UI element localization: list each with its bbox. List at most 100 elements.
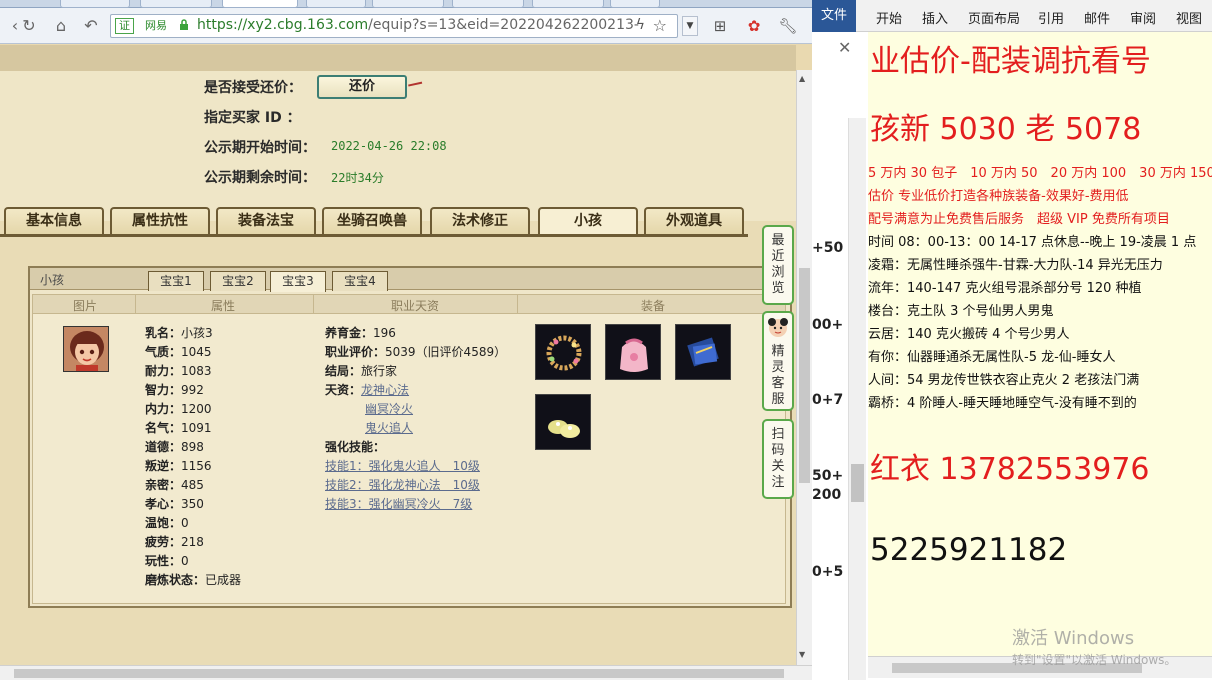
- wreath-icon: [546, 335, 582, 371]
- browser-tab[interactable]: [372, 0, 444, 8]
- word-window: 文件 开始 插入 页面布局 引用 邮件 审阅 视图 ✕ +50 00+ 0+7 …: [812, 0, 1212, 680]
- attribute-row: 磨炼状态：已成器: [145, 571, 241, 588]
- tab-spell-fix[interactable]: 法术修正: [430, 207, 530, 235]
- attribute-value: 0: [181, 516, 189, 530]
- ribbon-tab-mailings[interactable]: 邮件: [1084, 8, 1110, 27]
- ribbon-tab-view[interactable]: 视图: [1176, 8, 1202, 27]
- raise-value: 196: [373, 326, 396, 340]
- browser-window: ‹ ↻ ⌂ ↶ 证 网易 https://xy2.cbg.163.com/equ…: [0, 0, 812, 680]
- address-bar[interactable]: 证 网易 https://xy2.cbg.163.com/equip?s=13&…: [110, 14, 678, 38]
- scroll-thumb[interactable]: [851, 464, 864, 502]
- close-icon[interactable]: ✕: [838, 38, 851, 57]
- equip-slot[interactable]: [675, 324, 731, 380]
- skill-link[interactable]: 技能2：强化龙神心法 10级: [325, 478, 480, 492]
- page-horizontal-scrollbar[interactable]: [0, 665, 812, 680]
- home-icon[interactable]: ⌂: [50, 15, 72, 37]
- rating-label: 职业评价：: [325, 345, 386, 359]
- skills-label-text: 强化技能：: [325, 440, 386, 454]
- public-start-value: 2022-04-26 22:08: [331, 139, 447, 153]
- tab-baby-3[interactable]: 宝宝3: [270, 271, 326, 292]
- browser-tab-active[interactable]: [222, 0, 298, 8]
- lightning-icon[interactable]: ϟ: [636, 17, 645, 33]
- browser-tab[interactable]: [60, 0, 130, 8]
- equip-slot[interactable]: [535, 324, 591, 380]
- ribbon-tab-review[interactable]: 审阅: [1130, 8, 1156, 27]
- left-number: 50+: [812, 468, 844, 484]
- undo-icon[interactable]: ↶: [80, 15, 102, 37]
- talent-row: 天资：龙神心法: [325, 381, 409, 398]
- browser-tab[interactable]: [140, 0, 212, 8]
- grid-icon[interactable]: ⊞: [710, 16, 730, 36]
- equip-slot[interactable]: [535, 394, 591, 450]
- tab-mounts-pets[interactable]: 坐骑召唤兽: [322, 207, 422, 235]
- tab-baby-1[interactable]: 宝宝1: [148, 271, 204, 291]
- ribbon-tab-home[interactable]: 开始: [876, 8, 902, 27]
- scroll-down-icon[interactable]: ▼: [799, 650, 805, 659]
- column-divider: [313, 295, 314, 313]
- recent-browse-button[interactable]: 最近浏览: [762, 225, 794, 305]
- scroll-thumb[interactable]: [14, 669, 784, 678]
- attribute-label: 温饱：: [145, 516, 182, 530]
- talent-link[interactable]: 龙神心法: [361, 383, 409, 397]
- ribbon-tab-file[interactable]: 文件: [812, 0, 856, 32]
- doc-line: 霸桥：4 阶睡人-睡天睡地睡空气-没有睡不到的: [868, 396, 1137, 411]
- column-header: 图片 属性 职业天资 装备: [32, 294, 786, 314]
- doc-kids-line: 孩新 5030 老 5078: [870, 112, 1142, 147]
- refresh-icon[interactable]: ↻: [18, 15, 40, 37]
- ribbon-tab-layout[interactable]: 页面布局: [968, 8, 1020, 27]
- attribute-value: 小孩3: [181, 326, 213, 340]
- skill-link[interactable]: 技能1：强化鬼火追人 10级: [325, 459, 480, 473]
- attribute-row: 疲劳：218: [145, 533, 204, 550]
- doc-left-scrollbar[interactable]: [848, 118, 866, 680]
- left-number: 00+: [812, 317, 844, 333]
- scan-follow-button[interactable]: 扫码关注: [762, 419, 794, 499]
- equip-slot[interactable]: [605, 324, 661, 380]
- tab-basic-info[interactable]: 基本信息: [4, 207, 104, 235]
- game-icon[interactable]: ✿: [744, 16, 764, 36]
- tab-baby-4[interactable]: 宝宝4: [332, 271, 388, 291]
- talent-link[interactable]: 鬼火追人: [365, 421, 413, 435]
- doc-line: 估价 专业低价打造各种族装备-效果好-费用低: [868, 189, 1129, 204]
- dropdown-arrow-icon[interactable]: ▼: [682, 16, 698, 36]
- sprite-service-label: 精灵客服: [771, 344, 785, 407]
- buyer-id-label: 指定买家 ID ：: [204, 110, 301, 126]
- tools-icon[interactable]: 🔧︎: [778, 16, 798, 36]
- scroll-up-icon[interactable]: ▲: [799, 74, 805, 83]
- tab-appearance[interactable]: 外观道具: [644, 207, 744, 235]
- counter-offer-button[interactable]: 还价: [317, 75, 407, 99]
- tab-equipment[interactable]: 装备法宝: [216, 207, 316, 235]
- document-page[interactable]: 业估价-配装调抗看号 孩新 5030 老 5078 5 万内 30 包子 10 …: [868, 32, 1212, 658]
- page-vertical-scrollbar[interactable]: ▲ ▼: [796, 70, 812, 666]
- attribute-value: 已成器: [205, 573, 242, 587]
- attribute-label: 孝心：: [145, 497, 182, 511]
- tab-attributes[interactable]: 属性抗性: [110, 207, 210, 235]
- doc-line: 5 万内 30 包子 10 万内 50 20 万内 100 30 万内 150: [868, 166, 1212, 181]
- raise-money: 养育金：196: [325, 324, 396, 341]
- browser-tab[interactable]: [610, 0, 660, 8]
- attribute-row: 耐力：1083: [145, 362, 212, 379]
- ribbon-tab-references[interactable]: 引用: [1038, 8, 1064, 27]
- browser-tab[interactable]: [452, 0, 524, 8]
- tab-baby-2[interactable]: 宝宝2: [210, 271, 266, 291]
- attribute-row: 孝心：350: [145, 495, 204, 512]
- url-domain: https://xy2.cbg.163.com: [197, 17, 369, 33]
- tab-underline: [0, 234, 748, 237]
- browser-tab[interactable]: [532, 0, 604, 8]
- star-icon[interactable]: ☆: [653, 16, 667, 35]
- child-avatar[interactable]: [63, 326, 109, 372]
- talent-link[interactable]: 幽冥冷火: [365, 402, 413, 416]
- attribute-label: 智力：: [145, 383, 182, 397]
- skill-link[interactable]: 技能3：强化幽冥冷火 7级: [325, 497, 472, 511]
- child-portrait-icon: [64, 327, 108, 371]
- attribute-label: 磨炼状态：: [145, 573, 206, 587]
- scroll-thumb[interactable]: [799, 268, 810, 483]
- column-divider: [135, 295, 136, 313]
- browser-tab[interactable]: [306, 0, 366, 8]
- sprite-service-button[interactable]: 精灵客服: [762, 311, 794, 411]
- ribbon-tab-insert[interactable]: 插入: [922, 8, 948, 27]
- screen: ‹ ↻ ⌂ ↶ 证 网易 https://xy2.cbg.163.com/equ…: [0, 0, 1212, 680]
- tab-child[interactable]: 小孩: [538, 207, 638, 235]
- activate-windows-watermark: 激活 Windows: [1012, 628, 1135, 649]
- talent-row: 鬼火追人: [365, 419, 413, 436]
- skill-row: 技能3：强化幽冥冷火 7级: [325, 495, 472, 512]
